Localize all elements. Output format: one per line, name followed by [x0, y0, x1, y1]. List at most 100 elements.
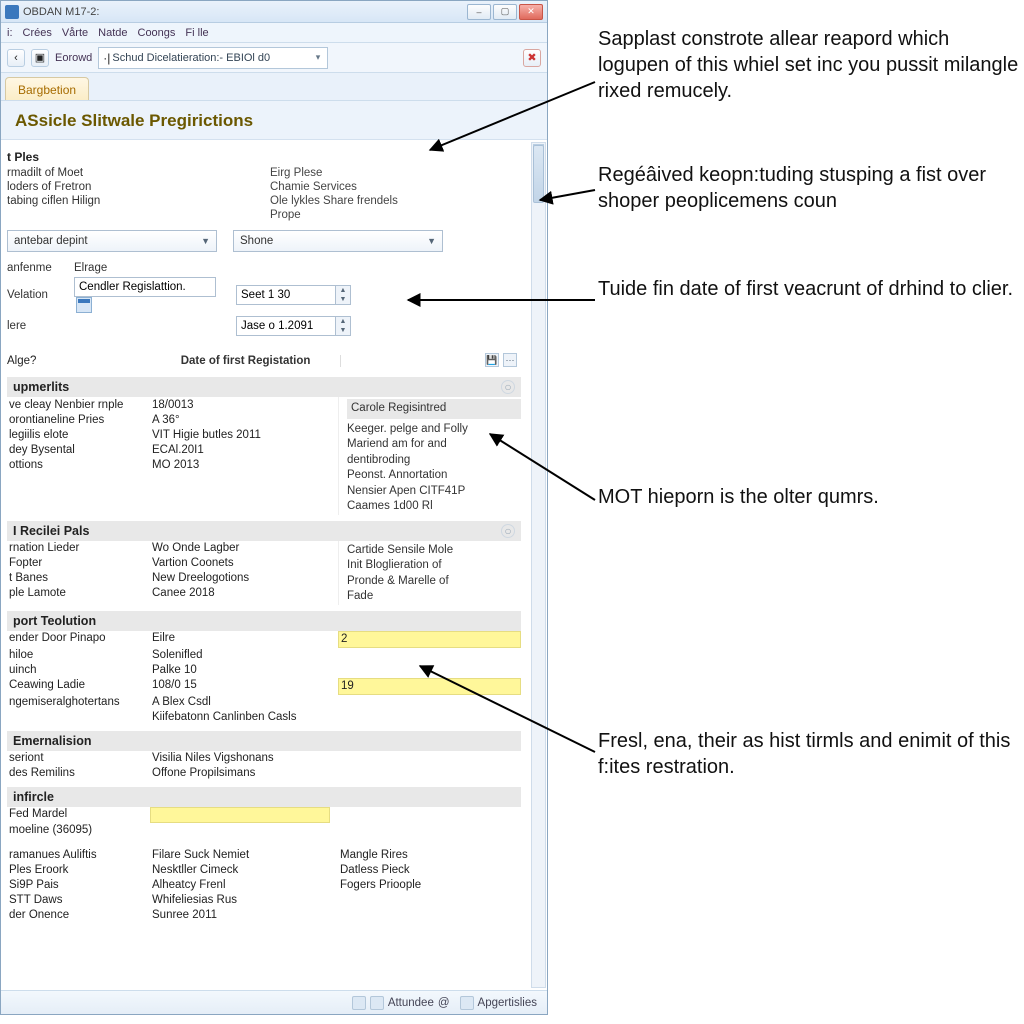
address-dropdown[interactable]: ▾	[313, 52, 324, 63]
date-first-reg-label: Date of first Registation	[181, 355, 341, 367]
row-label: rnation Lieder	[7, 541, 142, 556]
record-icon[interactable]: ▣	[31, 49, 49, 67]
callout-2: Regéâived keopn:tuding stusping a fist o…	[598, 162, 1024, 214]
calendar-icon[interactable]	[76, 297, 92, 313]
side-line: Peonst. Annortation	[347, 468, 521, 484]
toolbar: ‹ ▣ Eorowd ·| ▾ ✖	[1, 43, 547, 73]
status-attendee[interactable]: Attundee@	[352, 996, 450, 1010]
column-header: anfenme	[7, 262, 62, 274]
tab-registration[interactable]: Bargbetion	[5, 77, 89, 100]
minimize-button[interactable]: –	[467, 4, 491, 20]
status-opportunities[interactable]: Apgertislies	[460, 996, 537, 1010]
row-right: Mangle Rires	[338, 848, 521, 863]
row-label: Fed Mardel	[7, 807, 142, 823]
page-icon	[352, 996, 366, 1010]
row-value: Filare Suck Nemiet	[150, 848, 330, 863]
row-label	[7, 710, 142, 725]
menu-item[interactable]: Vårte	[62, 27, 88, 39]
hl-value[interactable]: 19	[338, 678, 521, 695]
row-value: 108/0 15	[150, 678, 330, 695]
panel-title: infircle	[13, 790, 54, 804]
combo-value: Shone	[240, 235, 273, 247]
collapse-icon[interactable]: ○	[501, 380, 515, 394]
row-value: Wo Onde Lagber	[150, 541, 330, 556]
menu-item[interactable]: Coongs	[138, 27, 176, 39]
spin-down-icon[interactable]: ▼	[336, 295, 350, 304]
scroll-thumb[interactable]	[533, 145, 544, 203]
side-line: Fade	[347, 589, 521, 605]
form-label: Velation	[7, 289, 62, 301]
callout-4: MOT hieporn is the olter qumrs.	[598, 484, 879, 510]
row-value: Solenifled	[150, 648, 330, 663]
row-value: Visilia Niles Vigshonans	[150, 751, 521, 766]
question-row: Alge? Date of first Registation 💾 ⋯	[7, 351, 521, 371]
row-value: MO 2013	[150, 457, 330, 472]
panel-teolution: port Teolution ender Door PinapoEilre2 h…	[7, 611, 521, 725]
menu-item[interactable]: Natde	[98, 27, 127, 39]
side-line: Caames 1d00 Rl	[347, 499, 521, 515]
record-label: Eorowd	[55, 52, 92, 64]
save-icon[interactable]: 💾	[485, 353, 499, 367]
row-right: Datless Pieck	[338, 863, 521, 878]
back-button[interactable]: ‹	[7, 49, 25, 67]
date-input[interactable]	[236, 316, 336, 336]
menu-item[interactable]: i:	[7, 27, 13, 39]
spin-down-icon[interactable]: ▼	[336, 326, 350, 335]
tool-icon[interactable]: ⋯	[503, 353, 517, 367]
combo-row: antebar depint ▼ Shone ▼	[7, 230, 521, 252]
spin-up-icon[interactable]: ▲	[336, 317, 350, 326]
panel-upmerlits: upmerlits○ ve cleay Nenbier rnple18/0013…	[7, 377, 521, 515]
spin-up-icon[interactable]: ▲	[336, 286, 350, 295]
side-line: Keeger. pelge and Folly	[347, 422, 521, 438]
menu-item[interactable]: Crées	[23, 27, 52, 39]
side-line: Pronde & Marelle of	[347, 574, 521, 590]
row-label: ple Lamote	[7, 586, 142, 601]
side-line: dentibroding	[347, 453, 521, 469]
row-value: A Blex Csdl	[150, 695, 330, 710]
address-prefix: ·|	[103, 51, 110, 65]
row-label: ender Door Pinapo	[7, 631, 142, 648]
status-text: Apgertislies	[478, 997, 537, 1009]
row-label: des Remilins	[7, 766, 142, 781]
address-input[interactable]	[112, 49, 310, 67]
lock-icon	[370, 996, 384, 1010]
side-line: Init Bloglieration of	[347, 558, 521, 574]
velation-input[interactable]	[74, 277, 216, 297]
row-value: Offone Propilsimans	[150, 766, 521, 781]
row-value: Palke 10	[150, 663, 330, 678]
list-item: Ole lykles Share frendels	[270, 194, 521, 208]
at-icon: @	[438, 997, 450, 1009]
row-label: orontianeline Pries	[7, 412, 142, 427]
combo-left[interactable]: antebar depint ▼	[7, 230, 217, 252]
row-label: hiloe	[7, 648, 142, 663]
side-line: Cartide Sensile Mole	[347, 543, 521, 559]
row-label: uinch	[7, 663, 142, 678]
hl-value[interactable]	[150, 807, 330, 823]
row-label: legiilis elote	[7, 427, 142, 442]
collapse-icon[interactable]: ○	[501, 524, 515, 538]
row-label: STT Daws	[7, 893, 142, 908]
row-label: ottions	[7, 457, 142, 472]
close-button[interactable]: ✕	[519, 4, 543, 20]
panel-title: upmerlits	[13, 380, 69, 394]
maximize-button[interactable]: ▢	[493, 4, 517, 20]
side-line: Nensier Apen CITF41P	[347, 484, 521, 500]
stop-icon[interactable]: ✖	[523, 49, 541, 67]
row-value: Eilre	[150, 631, 330, 648]
hl-value[interactable]: 2	[338, 631, 521, 648]
row-label: dey Bysental	[7, 442, 142, 457]
date-spinner-2[interactable]: ▲▼	[236, 316, 351, 336]
combo-right[interactable]: Shone ▼	[233, 230, 443, 252]
list-label: Eirg Plese	[270, 166, 521, 180]
side-line: Mariend am for and	[347, 437, 521, 453]
row-value: Nesktller Cimeck	[150, 863, 330, 878]
date-spinner-1[interactable]: ▲▼	[236, 285, 351, 305]
row-value: New Dreelogotions	[150, 571, 330, 586]
address-bar[interactable]: ·| ▾	[98, 47, 328, 69]
side-column: Carole Regisintred Keeger. pelge and Fol…	[338, 397, 521, 515]
window-buttons: – ▢ ✕	[467, 4, 543, 20]
date-input[interactable]	[236, 285, 336, 305]
menu-item[interactable]: Fi lle	[185, 27, 208, 39]
row-label: ve cleay Nenbier rnple	[7, 397, 142, 412]
vertical-scrollbar[interactable]: ▲	[531, 142, 546, 988]
